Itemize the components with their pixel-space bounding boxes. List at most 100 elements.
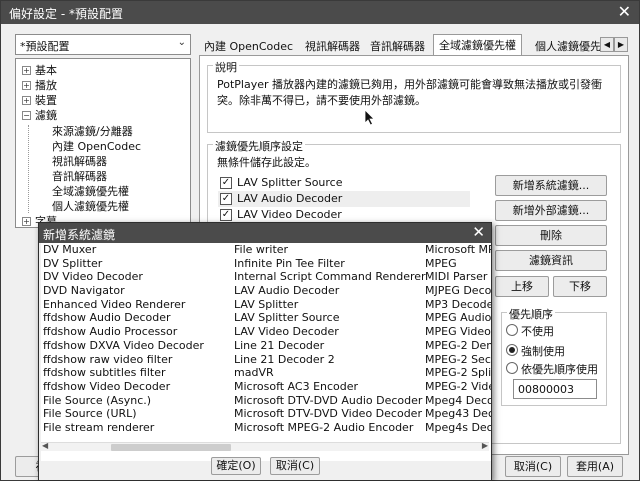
filter-list-item[interactable]: ✓ LAV Audio Decoder [218,191,470,207]
filter-list-item[interactable]: MIDI Parser [425,270,491,284]
filter-priority-list[interactable]: ✓ LAV Splitter Source ✓ LAV Audio Decode… [218,173,470,225]
expand-icon[interactable]: + [22,217,31,226]
tab-global-filter-priority[interactable]: 全域濾鏡優先權 [433,34,522,57]
filter-list-item[interactable]: MPEG Video D [425,325,491,339]
tree-item-personal-filter-priority[interactable]: 個人濾鏡優先權 [52,198,129,213]
filter-list-item[interactable]: ffdshow raw video filter [43,353,204,367]
tab-scroll-right-icon[interactable]: ▶ [614,37,628,52]
tree-item-builtin-opencodec[interactable]: 內建 OpenCodec [52,138,141,153]
filter-list-item[interactable]: Line 21 Decoder [234,339,426,353]
filter-list-item[interactable]: madVR [234,366,426,380]
filter-list-item[interactable]: MPEG-2 Video [425,380,491,394]
tab-builtin-opencodec[interactable]: 內建 OpenCodec [199,36,298,56]
tree-item-audio-decoder[interactable]: 音訊解碼器 [52,168,107,183]
filter-list-item[interactable]: Microsoft MPEG-2 Audio Encoder [234,421,426,435]
filter-info-button[interactable]: 濾鏡資訊 [495,250,607,271]
tree-item-device[interactable]: + 裝置 [22,92,57,107]
tree-item-basic[interactable]: + 基本 [22,62,57,77]
filter-list-item[interactable]: LAV Video Decoder [234,325,426,339]
horizontal-scrollbar[interactable]: ◀ ▶ [41,441,489,451]
dialog-close-icon[interactable]: ✕ [472,223,485,241]
merit-value-field[interactable]: 00800003 [513,379,597,399]
tree-item-global-filter-priority[interactable]: 全域濾鏡優先權 [52,183,129,198]
filter-list-item[interactable]: Line 21 Decoder 2 [234,353,426,367]
filter-list-item[interactable]: LAV Audio Decoder [234,284,426,298]
filter-list-item[interactable]: ffdshow subtitles filter [43,366,204,380]
tree-item-filters[interactable]: − 濾鏡 [22,107,57,122]
filter-list-item[interactable]: Microsoft AC3 Encoder [234,380,426,394]
filter-list-item[interactable]: ffdshow DXVA Video Decoder [43,339,204,353]
collapse-icon[interactable]: − [22,111,31,120]
filter-list-item[interactable]: MPEG [425,257,491,271]
filter-list-item[interactable]: MPEG-2 Splitte [425,366,491,380]
filter-list-item[interactable]: DV Video Decoder [43,270,204,284]
filter-list-item[interactable]: MPEG-2 Demu [425,339,491,353]
filter-list-item[interactable]: MJPEG Decom [425,284,491,298]
filter-list-item[interactable]: ffdshow Audio Decoder [43,311,204,325]
tab-video-decoder[interactable]: 視訊解碼器 [300,36,365,56]
filter-list-item[interactable]: File Source (Async.) [43,394,204,408]
filter-list-item[interactable]: Microsoft DTV-DVD Audio Decoder [234,394,426,408]
profile-select[interactable]: *預設配置 ⌄ [15,34,191,55]
filter-list-item[interactable]: Enhanced Video Renderer [43,298,204,312]
filter-list-item[interactable]: DV Splitter [43,257,204,271]
expand-icon[interactable]: + [22,81,31,90]
tab-personal-filter-priority[interactable]: 個人濾鏡優先權 [530,36,602,56]
filter-column: DV Muxer DV Splitter DV Video Decoder DVD N… [43,243,204,435]
filter-list-item[interactable]: LAV Splitter Source [234,311,426,325]
apply-button[interactable]: 套用(A) [567,456,623,477]
filter-list-item[interactable]: DVD Navigator [43,284,204,298]
filter-list-item[interactable]: Infinite Pin Tee Filter [234,257,426,271]
scroll-left-icon[interactable]: ◀ [42,441,48,450]
add-system-filter-button[interactable]: 新增系統濾鏡... [495,175,607,196]
radio-priority-use[interactable] [506,362,518,374]
scroll-right-icon[interactable]: ▶ [482,441,488,450]
tree-item-video-decoder[interactable]: 視訊解碼器 [52,153,107,168]
tree-item-source-filter[interactable]: 來源濾鏡/分離器 [52,123,133,138]
tree-item-playback[interactable]: + 播放 [22,77,57,92]
expand-icon[interactable]: + [22,66,31,75]
cancel-button[interactable]: 取消(C) [505,456,561,477]
add-external-filter-button[interactable]: 新增外部濾鏡... [495,200,607,221]
filter-list-item[interactable]: File writer [234,243,426,257]
tree-item-label: 播放 [35,79,57,92]
expand-icon[interactable]: + [22,96,31,105]
filter-list-item[interactable]: MPEG Audio D [425,311,491,325]
tab-scroll-left-icon[interactable]: ◀ [600,37,614,52]
checkbox[interactable]: ✓ [220,177,232,189]
scrollbar-thumb[interactable] [111,444,231,451]
window-titlebar[interactable]: 偏好設定 - *預設配置 ✕ [1,1,639,24]
system-filter-list[interactable]: DV Muxer DV Splitter DV Video Decoder DVD N… [41,243,491,461]
tree-item-label: 濾鏡 [35,109,57,122]
tab-audio-decoder[interactable]: 音訊解碼器 [365,36,430,56]
ok-button[interactable]: 確定(O) [211,457,261,475]
move-up-button[interactable]: 上移 [495,276,549,297]
dialog-titlebar[interactable]: 新增系統濾鏡 ✕ [39,223,491,243]
delete-button[interactable]: 刪除 [495,225,607,246]
close-icon[interactable]: ✕ [618,2,631,21]
filter-list-item[interactable]: ffdshow Audio Processor [43,325,204,339]
filter-list-item[interactable]: ✓ LAV Video Decoder [218,207,470,223]
filter-list-item[interactable]: Microsoft DTV-DVD Video Decoder [234,407,426,421]
filter-list-item[interactable]: Mpeg4 Decod [425,394,491,408]
filter-list-item[interactable]: File stream renderer [43,421,204,435]
filter-list-item[interactable]: ✓ LAV Splitter Source [218,175,470,191]
filter-list-item[interactable]: File Source (URL) [43,407,204,421]
filter-list-item[interactable]: DV Muxer [43,243,204,257]
filter-list-item[interactable]: ffdshow Video Decoder [43,380,204,394]
tree-guide-line [28,125,29,213]
radio-not-use[interactable] [506,324,518,336]
radio-force-use[interactable] [506,344,518,356]
filter-list-item[interactable]: Microsoft MPEG [425,243,491,257]
checkbox[interactable]: ✓ [220,209,232,221]
move-down-button[interactable]: 下移 [553,276,607,297]
checkbox[interactable]: ✓ [220,193,232,205]
dialog-cancel-button[interactable]: 取消(C) [270,457,320,475]
filter-list-item[interactable]: MPEG-2 Sectio [425,353,491,367]
settings-tree[interactable]: + 基本 + 播放 + 裝置 − 濾鏡 來源濾鏡/分離器 內建 OpenCodec 視訊… [15,58,191,228]
filter-list-item[interactable]: Internal Script Command Renderer [234,270,426,284]
filter-list-item[interactable]: MP3 Decoder L [425,298,491,312]
filter-list-item[interactable]: LAV Splitter [234,298,426,312]
filter-list-item[interactable]: Mpeg43 Decod [425,407,491,421]
filter-list-item[interactable]: Mpeg4s Decod [425,421,491,435]
